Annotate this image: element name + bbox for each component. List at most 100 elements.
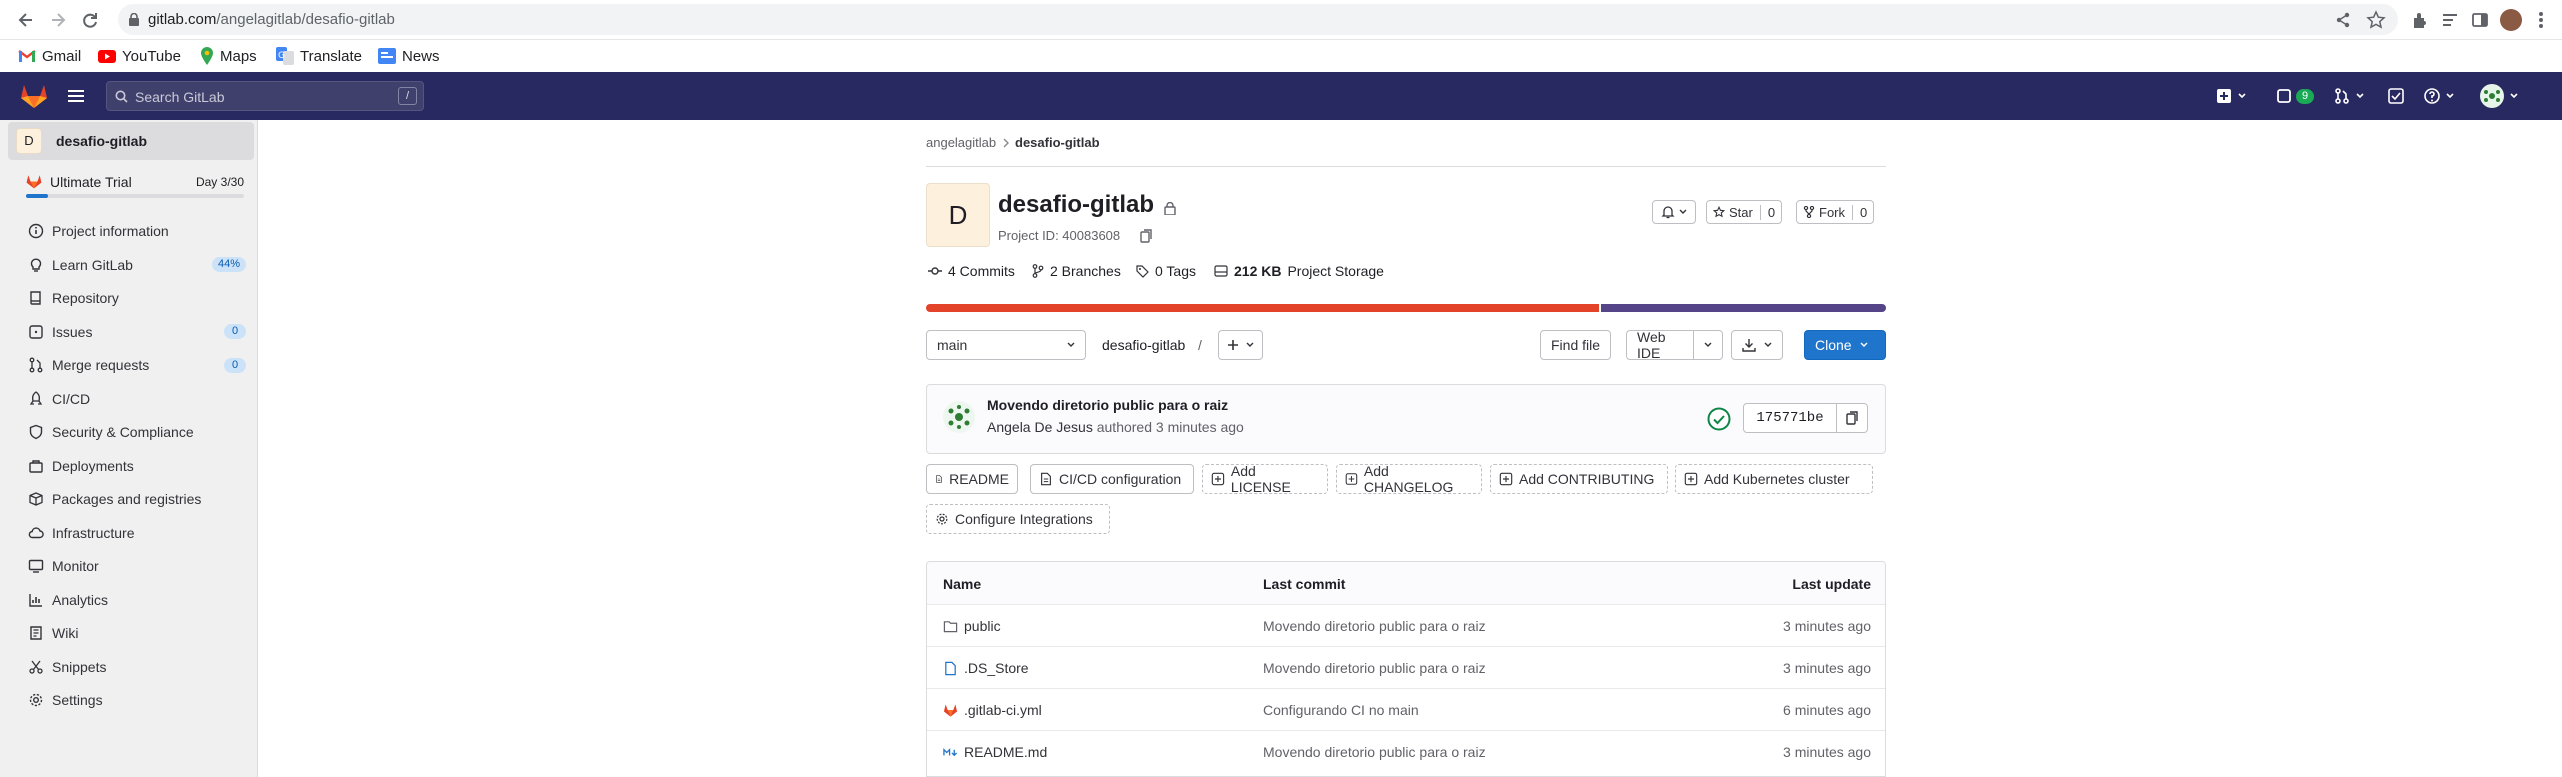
breadcrumb-project[interactable]: desafio-gitlab xyxy=(1015,135,1100,150)
repo-path-root[interactable]: desafio-gitlab xyxy=(1102,337,1185,353)
sidebar-item-label: CI/CD xyxy=(52,390,91,407)
commit-sha[interactable]: 175771be xyxy=(1743,403,1837,433)
sidebar-item-merge-requests[interactable]: Merge requests 0 xyxy=(8,350,248,380)
share-icon[interactable] xyxy=(2334,11,2352,29)
language-segment[interactable] xyxy=(1601,304,1886,312)
bookmark-translate[interactable]: G Translate xyxy=(276,45,362,67)
reading-list-icon[interactable] xyxy=(2440,10,2460,30)
shortcut-readme-button[interactable]: README xyxy=(926,464,1018,494)
sidebar-item-learn-gitlab[interactable]: Learn GitLab 44% xyxy=(8,250,248,280)
chart-icon xyxy=(28,592,44,608)
branches-link[interactable]: 2 Branches xyxy=(1032,263,1121,279)
extensions-icon[interactable] xyxy=(2410,10,2430,30)
sidebar-item-deployments[interactable]: Deployments xyxy=(8,451,248,481)
breadcrumb-namespace[interactable]: angelagitlab xyxy=(926,135,996,150)
bookmark-gmail[interactable]: Gmail xyxy=(18,45,81,67)
copy-id-icon[interactable] xyxy=(1140,229,1152,243)
todos-button[interactable] xyxy=(2388,84,2404,108)
search-input[interactable]: Search GitLab / xyxy=(106,81,424,111)
storage-stat[interactable]: 212 KB Project Storage xyxy=(1214,263,1384,279)
back-icon[interactable] xyxy=(16,10,36,30)
bookmark-news[interactable]: News xyxy=(378,45,440,67)
trial-status-widget[interactable]: Ultimate Trial Day 3/30 xyxy=(22,172,250,202)
merge-requests-dropdown[interactable] xyxy=(2334,84,2364,108)
file-name-link[interactable]: public xyxy=(943,618,1001,634)
sidebar-item-security-compliance[interactable]: Security & Compliance xyxy=(8,417,248,447)
star-button[interactable]: Star 0 xyxy=(1706,200,1783,224)
branch-selector[interactable]: main xyxy=(926,330,1086,360)
sidebar-project-header[interactable]: D desafio-gitlab xyxy=(8,122,254,160)
clone-dropdown[interactable]: Clone xyxy=(1804,330,1886,360)
doc-icon xyxy=(1041,472,1051,486)
tags-link[interactable]: 0 Tags xyxy=(1136,263,1196,279)
reload-icon[interactable] xyxy=(80,10,100,30)
sidebar-item-repository[interactable]: Repository xyxy=(8,283,248,313)
commits-link[interactable]: 4 Commits xyxy=(928,263,1015,279)
download-dropdown[interactable] xyxy=(1731,330,1783,360)
side-panel-icon[interactable] xyxy=(2470,10,2490,30)
sidebar-item-label: Infrastructure xyxy=(52,524,135,541)
file-last-commit-link[interactable]: Movendo diretorio public para o raiz xyxy=(1263,744,1486,760)
file-last-update: 3 minutes ago xyxy=(1783,744,1871,760)
sidebar-item-project-information[interactable]: Project information xyxy=(8,216,248,246)
bookmark-youtube[interactable]: YouTube xyxy=(98,45,181,67)
sidebar-item-analytics[interactable]: Analytics xyxy=(8,585,248,615)
issues-button[interactable]: 9 xyxy=(2276,84,2315,108)
user-menu-dropdown[interactable] xyxy=(2480,84,2518,108)
fork-button[interactable]: Fork 0 xyxy=(1796,200,1875,224)
shortcut-add-changelog-button[interactable]: Add CHANGELOG xyxy=(1336,463,1482,495)
sidebar-item-packages-and-registries[interactable]: Packages and registries xyxy=(8,484,248,514)
chevron-down-icon xyxy=(1679,209,1687,214)
sidebar-item-ci-cd[interactable]: CI/CD xyxy=(8,384,248,414)
menu-dots-icon[interactable] xyxy=(2538,10,2544,30)
gitlab-logo-icon[interactable] xyxy=(20,83,48,109)
add-to-tree-dropdown[interactable] xyxy=(1218,330,1263,360)
file-name-link[interactable]: .gitlab-ci.yml xyxy=(943,702,1042,718)
shortcut-add-license-button[interactable]: Add LICENSE xyxy=(1202,463,1328,495)
web-ide-button[interactable]: Web IDE xyxy=(1626,329,1694,361)
bulb-icon xyxy=(28,257,44,273)
sidebar-item-issues[interactable]: Issues 0 xyxy=(8,317,248,347)
copy-sha-button[interactable] xyxy=(1836,403,1868,433)
star-bookmark-icon[interactable] xyxy=(2366,10,2386,30)
commit-author-line: Angela De Jesus authored 3 minutes ago xyxy=(987,419,1244,435)
sidebar-item-snippets[interactable]: Snippets xyxy=(8,652,248,682)
last-commit-panel: Movendo diretorio public para o raiz Ang… xyxy=(926,384,1886,454)
author-avatar[interactable] xyxy=(943,401,975,433)
file-name-link[interactable]: README.md xyxy=(943,744,1047,760)
project-avatar: D xyxy=(16,128,42,154)
find-file-button[interactable]: Find file xyxy=(1540,330,1612,360)
file-last-commit-link[interactable]: Movendo diretorio public para o raiz xyxy=(1263,618,1486,634)
bookmark-maps[interactable]: Maps xyxy=(200,45,257,67)
shortcut-ci-cd-configuration-button[interactable]: CI/CD configuration xyxy=(1030,464,1194,494)
file-last-commit-link[interactable]: Movendo diretorio public para o raiz xyxy=(1263,660,1486,676)
sidebar-item-infrastructure[interactable]: Infrastructure xyxy=(8,518,248,548)
sidebar-item-settings[interactable]: Settings xyxy=(8,685,248,715)
package-icon xyxy=(28,491,44,507)
file-name-link[interactable]: .DS_Store xyxy=(943,660,1029,676)
svg-text:G: G xyxy=(278,51,285,61)
shortcut-add-kubernetes-cluster-button[interactable]: Add Kubernetes cluster xyxy=(1675,464,1873,494)
rocket-icon xyxy=(28,390,44,407)
file-last-commit-link[interactable]: Configurando CI no main xyxy=(1263,702,1419,718)
sidebar-item-label: Wiki xyxy=(52,625,79,641)
sidebar-item-monitor[interactable]: Monitor xyxy=(8,551,248,581)
shortcut-add-contributing-button[interactable]: Add CONTRIBUTING xyxy=(1490,464,1668,494)
file-last-update: 3 minutes ago xyxy=(1783,618,1871,634)
pipeline-passed-icon[interactable] xyxy=(1707,407,1731,431)
hamburger-menu-icon[interactable] xyxy=(68,89,84,103)
repository-language-bar[interactable] xyxy=(926,304,1886,312)
sidebar-item-count-badge: 44% xyxy=(211,257,246,272)
help-dropdown[interactable] xyxy=(2424,84,2454,108)
url-bar[interactable]: gitlab.com/angelagitlab/desafio-gitlab xyxy=(118,4,2398,35)
notification-dropdown[interactable] xyxy=(1652,200,1696,224)
create-new-dropdown[interactable] xyxy=(2216,84,2246,108)
sidebar-item-wiki[interactable]: Wiki xyxy=(8,618,248,648)
commit-author[interactable]: Angela De Jesus xyxy=(987,419,1093,435)
profile-avatar[interactable] xyxy=(2500,9,2522,31)
commit-title[interactable]: Movendo diretorio public para o raiz xyxy=(987,397,1228,413)
forward-icon[interactable] xyxy=(48,10,68,30)
web-ide-dropdown[interactable] xyxy=(1693,330,1723,360)
language-segment[interactable] xyxy=(926,304,1600,312)
shortcut-configure-integrations-button[interactable]: Configure Integrations xyxy=(926,504,1110,534)
